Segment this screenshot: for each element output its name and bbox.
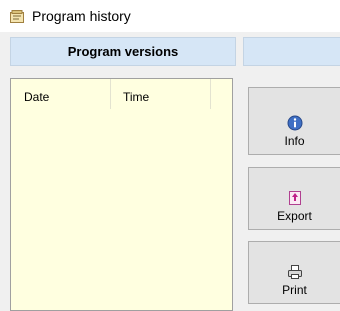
printer-icon (287, 264, 303, 280)
print-button-label: Print (282, 283, 307, 297)
tab-header-right (243, 37, 340, 66)
info-button-label: Info (284, 134, 305, 148)
column-header-spacer (211, 79, 232, 109)
title-bar: Program history (0, 0, 340, 32)
program-versions-list[interactable]: Date Time (10, 78, 233, 311)
column-header-time[interactable]: Time (111, 79, 211, 109)
tab-program-versions[interactable]: Program versions (10, 37, 236, 66)
program-history-icon (10, 10, 24, 23)
export-button-label: Export (277, 209, 312, 223)
column-header-date[interactable]: Date (11, 79, 111, 109)
info-button[interactable]: Info (248, 87, 340, 155)
print-button[interactable]: Print (248, 241, 340, 304)
export-button[interactable]: Export (248, 167, 340, 230)
info-icon (287, 115, 303, 131)
list-header: Date Time (11, 79, 232, 109)
window-title: Program history (32, 8, 131, 24)
export-icon (287, 190, 303, 206)
tab-program-versions-label: Program versions (67, 44, 179, 59)
